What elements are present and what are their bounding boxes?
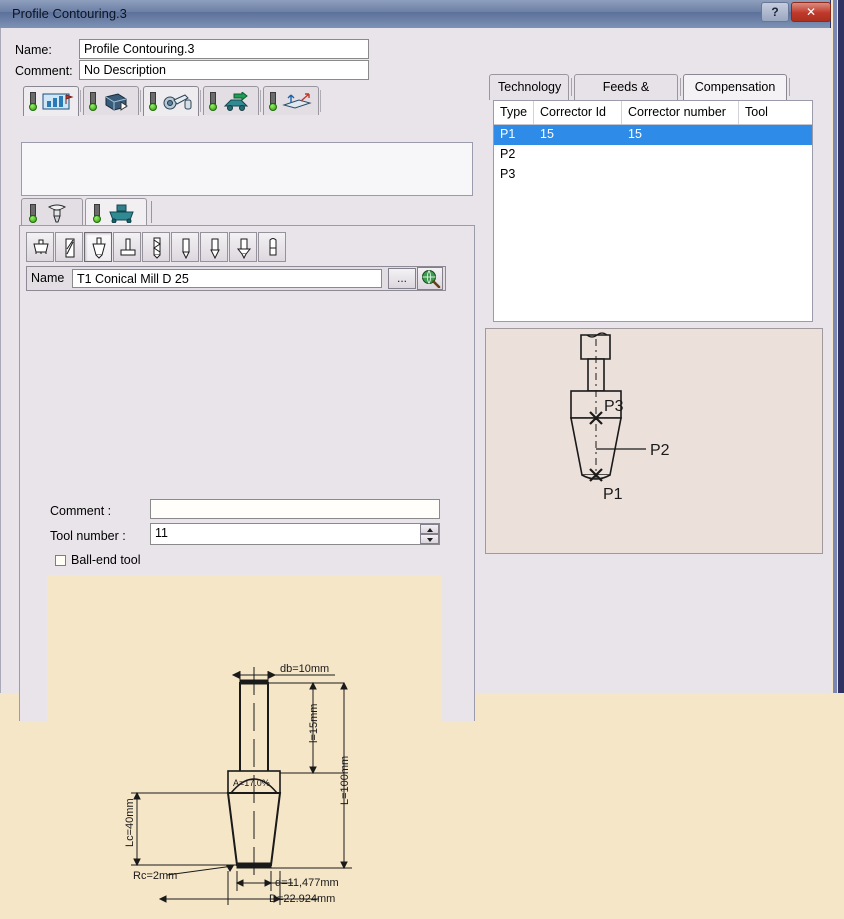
name-label: Name: xyxy=(15,43,52,57)
strategy-tab-macros[interactable] xyxy=(263,86,319,115)
dim-A: A=17.0% xyxy=(233,778,270,788)
tool-shape-chamfer-tool[interactable] xyxy=(200,232,228,262)
strategy-tab-geometry[interactable] xyxy=(83,86,139,115)
tool-shape-boring-bar[interactable] xyxy=(258,232,286,262)
cell-type: P1 xyxy=(500,127,516,141)
cell-corrector-id xyxy=(534,145,622,165)
column-header-type[interactable]: Type xyxy=(494,101,534,124)
right-tab-strip: Technology Feeds & Speeds Compensation xyxy=(489,74,827,118)
close-button[interactable]: ✕ xyxy=(791,2,831,22)
comment-input[interactable]: No Description xyxy=(79,60,369,80)
tool-bit-icon xyxy=(28,203,76,224)
cell-corrector-number: 15 xyxy=(628,127,642,141)
sub-tab-tool-definition[interactable] xyxy=(21,198,83,226)
tool-technical-drawing: db=10mm l=15mm L=100mm Lc=40mm Rc=2mm d=… xyxy=(47,575,441,919)
macros-icon xyxy=(268,91,316,112)
comment-label: Comment: xyxy=(15,64,73,78)
tool-browse-dots-button[interactable]: ... xyxy=(388,268,416,289)
strategy-icon xyxy=(28,91,76,112)
feeds-speeds-icon xyxy=(208,91,256,112)
strategy-tab-tool[interactable] xyxy=(143,86,199,116)
dim-Lc: Lc=40mm xyxy=(124,798,136,847)
cell-tool-diameter xyxy=(739,165,812,185)
column-header-corrector-id[interactable]: Corrector Id xyxy=(534,101,622,124)
cell-corrector-number xyxy=(622,145,739,165)
dim-l: l=15mm xyxy=(308,704,320,743)
cell-corrector-id xyxy=(534,165,622,185)
strategy-content-panel xyxy=(21,142,473,196)
tool-compensation-preview: P3 P2 P1 xyxy=(485,328,823,554)
tool-shape-face-mill[interactable] xyxy=(26,232,54,262)
column-header-corrector-number[interactable]: Corrector number xyxy=(622,101,739,124)
strategy-tab-strategy[interactable] xyxy=(23,86,79,116)
tool-name-input[interactable]: T1 Conical Mill D 25 xyxy=(72,269,382,288)
tool-shape-drill[interactable] xyxy=(142,232,170,262)
tool-shape-end-mill[interactable] xyxy=(55,232,83,262)
dialog-body: Name: Profile Contouring.3 Comment: No D… xyxy=(0,28,831,919)
preview-point-p3: P3 xyxy=(604,398,624,415)
table-header-row: Type Corrector Id Corrector number Tool … xyxy=(494,101,812,141)
tool-shape-t-slotter[interactable] xyxy=(113,232,141,262)
tool-number-stepper[interactable] xyxy=(420,524,439,544)
tool-sub-tab-strip xyxy=(21,198,473,226)
ball-end-tool-label: Ball-end tool xyxy=(71,553,141,567)
dim-L: L=100mm xyxy=(339,756,351,805)
table-row[interactable]: P3 xyxy=(494,165,812,185)
tool-shape-button-row xyxy=(26,232,288,262)
name-input[interactable]: Profile Contouring.3 xyxy=(79,39,369,59)
desktop-right-border-3 xyxy=(838,0,844,693)
sub-tab-tool-assembly[interactable] xyxy=(85,198,147,226)
cell-corrector-number xyxy=(622,165,739,185)
tab-feeds-speeds[interactable]: Feeds & Speeds xyxy=(574,74,678,118)
table-row[interactable]: P2 xyxy=(494,145,812,165)
profile-contouring-dialog: Profile Contouring.3 ? ✕ Name: Profile C… xyxy=(0,0,831,919)
geometry-icon xyxy=(88,91,136,112)
dim-Rc: Rc=2mm xyxy=(133,870,177,882)
dim-D: D=22.924mm xyxy=(269,893,335,905)
title-bar: Profile Contouring.3 ? ✕ xyxy=(0,0,831,29)
column-header-tool-diameter[interactable]: Tool diameter xyxy=(739,101,812,141)
cell-type: P2 xyxy=(500,147,516,161)
window-title: Profile Contouring.3 xyxy=(12,6,127,21)
tool-comment-input[interactable] xyxy=(150,499,440,519)
cell-corrector-id: 15 xyxy=(540,127,554,141)
compensation-table[interactable]: Type Corrector Id Corrector number Tool … xyxy=(493,100,813,322)
stepper-up-button[interactable] xyxy=(420,524,439,534)
tool-number-label: Tool number : xyxy=(50,529,126,543)
search-globe-icon[interactable] xyxy=(417,267,443,290)
tool-holder-icon xyxy=(92,203,140,224)
preview-point-p1: P1 xyxy=(603,486,623,503)
tool-name-label: Name xyxy=(31,271,65,285)
cell-tool-diameter xyxy=(739,145,812,165)
preview-point-p2: P2 xyxy=(650,442,670,459)
tool-definition-panel: Name T1 Conical Mill D 25 ... Comment : … xyxy=(19,225,475,919)
cell-type: P3 xyxy=(500,167,516,181)
ball-end-tool-checkbox[interactable] xyxy=(55,555,66,566)
stepper-down-button[interactable] xyxy=(420,534,439,544)
tool-shape-countersink[interactable] xyxy=(229,232,257,262)
tool-number-input[interactable]: 11 xyxy=(150,523,440,545)
tool-shape-conical-mill[interactable] xyxy=(84,232,112,262)
desktop-right-border-2 xyxy=(833,0,837,693)
tool-comment-label: Comment : xyxy=(50,504,112,518)
cell-tool-diameter xyxy=(739,125,812,145)
tab-technology[interactable]: Technology xyxy=(489,74,569,100)
tool-shape-center-drill[interactable] xyxy=(171,232,199,262)
dim-d: d=11,477mm xyxy=(275,877,339,889)
dim-db: db=10mm xyxy=(280,663,329,675)
strategy-tab-feeds-speeds[interactable] xyxy=(203,86,259,115)
table-row[interactable]: P1 15 15 xyxy=(494,125,812,145)
help-button[interactable]: ? xyxy=(761,2,789,22)
strategy-tab-strip xyxy=(23,86,473,116)
tab-compensation[interactable]: Compensation xyxy=(683,74,787,100)
tool-icon xyxy=(148,91,196,112)
